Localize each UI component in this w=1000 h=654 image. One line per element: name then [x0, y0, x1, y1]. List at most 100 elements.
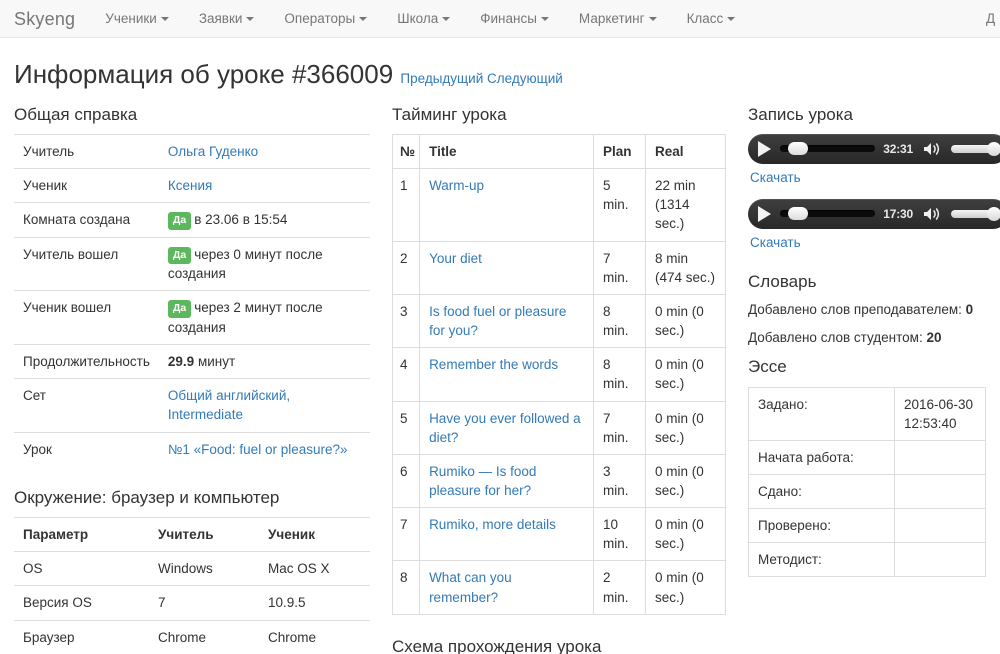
essay-row-value: [894, 474, 986, 510]
table-row: Версия OS 7 10.9.5: [14, 585, 370, 621]
duration-unit: минут: [194, 354, 236, 370]
nav-item-marketing[interactable]: Маркетинг: [564, 0, 672, 38]
vocabulary-heading: Словарь: [748, 271, 817, 291]
environment-column-header: Учитель: [149, 517, 259, 552]
play-icon[interactable]: [758, 140, 771, 157]
audio-duration-label: 32:31: [883, 141, 913, 156]
environment-value: Chrome: [259, 619, 370, 654]
audio-progress-handle[interactable]: [787, 207, 808, 221]
nav-item-label: Финансы: [480, 10, 537, 26]
general-row-link[interactable]: Ксения: [168, 178, 212, 193]
audio-player[interactable]: 17:30 Скачать: [748, 198, 1000, 250]
general-row-link[interactable]: Ольга Гуденко: [168, 144, 258, 159]
nav-item-school[interactable]: Школа: [382, 0, 465, 38]
timing-title-link[interactable]: Is food fuel or pleasure for you?: [429, 304, 566, 338]
nav-user-menu-truncated[interactable]: Д: [986, 0, 1000, 38]
chevron-down-icon: [727, 16, 736, 21]
volume-icon[interactable]: [922, 206, 944, 222]
table-row: Учитель Ольга Гуденко: [14, 133, 370, 169]
volume-handle[interactable]: [987, 141, 1000, 156]
main-columns: Общая справка Учитель Ольга Гуденко Ученик…: [14, 105, 1000, 654]
timing-title-cell: Rumiko, more details: [419, 507, 594, 562]
table-row: Проверено:: [748, 508, 986, 544]
table-row: 7 Rumiko, more details 10 min. 0 min (0 sec…: [391, 507, 726, 562]
middle-column: Тайминг урока № Title Plan Real 1 Warm-up 5 m…: [370, 105, 726, 654]
table-row: 3 Is food fuel or pleasure for you? 8 min.…: [391, 293, 726, 349]
table-row: Ученик вошел Да через 2 минут после создан…: [14, 290, 370, 345]
audio-players: 32:31 Скачать 17:30 Скачать: [748, 133, 1000, 250]
timing-real-cell: 0 min (0 sec.): [645, 400, 726, 455]
top-navbar: Skyeng Ученики Заявки Операторы Школа Финанс…: [0, 0, 1000, 38]
timing-real-cell: 0 min (0 sec.): [645, 293, 726, 349]
nav-item-class[interactable]: Класс: [672, 0, 751, 38]
environment-param-label: Браузер: [14, 619, 149, 654]
audio-duration-label: 17:30: [883, 206, 913, 221]
timing-title-link[interactable]: Your diet: [429, 251, 482, 266]
volume-icon[interactable]: [922, 141, 944, 157]
timing-column-header: №: [391, 133, 421, 170]
timing-title-link[interactable]: Have you ever followed a diet?: [429, 411, 581, 445]
general-row-value: Да в 23.06 в 15:54: [158, 202, 370, 238]
general-row-label: Учитель вошел: [14, 236, 159, 291]
table-row: Начата работа:: [748, 439, 986, 476]
download-recording-link[interactable]: Скачать: [750, 170, 986, 185]
table-row: 8 What can you remember? 2 min. 0 min (0 se…: [391, 560, 726, 615]
volume-handle[interactable]: [987, 206, 1000, 221]
play-icon[interactable]: [758, 205, 771, 222]
previous-lesson-link[interactable]: Предыдущий: [400, 71, 483, 86]
timing-title-link[interactable]: What can you remember?: [429, 570, 512, 604]
brand-logo[interactable]: Skyeng: [0, 0, 90, 38]
audio-player[interactable]: 32:31 Скачать: [748, 133, 1000, 185]
table-row: 4 Remember the words 8 min. 0 min (0 sec.): [391, 347, 726, 402]
audio-player-controls[interactable]: 17:30: [748, 198, 1000, 229]
download-recording-link[interactable]: Скачать: [750, 235, 986, 250]
nav-item-label: Ученики: [105, 10, 157, 26]
timing-plan-cell: 7 min.: [593, 400, 646, 455]
timing-title-link[interactable]: Remember the words: [429, 357, 558, 372]
environment-value: Windows: [149, 551, 259, 586]
nav-item-requests[interactable]: Заявки: [184, 0, 270, 38]
general-row-link[interactable]: №1 «Food: fuel or pleasure?»: [168, 442, 348, 457]
table-row: Задано: 2016-06-30 12:53:40: [748, 386, 986, 441]
left-column: Общая справка Учитель Ольга Гуденко Ученик…: [14, 105, 370, 654]
environment-heading: Окружение: браузер и компьютер: [14, 487, 280, 507]
timing-title-link[interactable]: Rumiko — Is food pleasure for her?: [429, 464, 536, 498]
audio-progress-slider[interactable]: [780, 207, 876, 221]
volume-slider[interactable]: [951, 206, 1000, 221]
general-row-value: Да через 0 минут после создания: [158, 236, 370, 291]
audio-player-controls[interactable]: 32:31: [748, 133, 1000, 164]
table-header-row: № Title Plan Real: [391, 133, 726, 170]
chevron-down-icon: [442, 16, 451, 21]
table-header-row: Параметр Учитель Ученик: [14, 517, 370, 552]
vocabulary-student-count: 20: [926, 330, 942, 346]
chevron-down-icon: [648, 16, 657, 21]
timing-title-link[interactable]: Warm-up: [429, 178, 484, 193]
table-row: Продолжительность 29.9 минут: [14, 344, 370, 379]
next-lesson-link[interactable]: Следующий: [487, 71, 563, 86]
general-row-text: через 2 минут после создания: [167, 300, 323, 335]
timing-plan-cell: 8 min.: [593, 293, 646, 349]
general-row-link[interactable]: Общий английский, Intermediate: [168, 388, 290, 422]
essay-table: Задано: 2016-06-30 12:53:40 Начата работа:…: [748, 386, 986, 578]
audio-progress-slider[interactable]: [780, 142, 876, 156]
status-badge: Да: [167, 212, 192, 230]
essay-row-label: Проверено:: [748, 508, 895, 544]
environment-param-label: Версия OS: [14, 585, 149, 621]
general-row-text: в 23.06 в 15:54: [194, 212, 288, 228]
nav-item-students[interactable]: Ученики: [90, 0, 184, 38]
timing-title-cell: Rumiko — Is food pleasure for her?: [419, 453, 594, 509]
chevron-down-icon: [540, 16, 549, 21]
timing-title-link[interactable]: Rumiko, more details: [429, 517, 556, 532]
nav-item-finance[interactable]: Финансы: [465, 0, 564, 38]
timing-plan-cell: 2 min.: [593, 560, 646, 615]
audio-progress-handle[interactable]: [787, 142, 808, 156]
timing-title-cell: Your diet: [419, 240, 594, 295]
timing-index-cell: 2: [391, 240, 421, 295]
volume-slider[interactable]: [951, 141, 1000, 156]
table-row: Сет Общий английский, Intermediate: [14, 378, 370, 433]
environment-table: Параметр Учитель Ученик OS Windows Mac OS XВ…: [14, 517, 370, 654]
nav-item-operators[interactable]: Операторы: [269, 0, 382, 38]
chevron-down-icon: [246, 16, 255, 21]
timing-real-cell: 22 min (1314 sec.): [645, 168, 726, 242]
general-info-table: Учитель Ольга Гуденко Ученик Ксения Комната …: [14, 133, 370, 466]
